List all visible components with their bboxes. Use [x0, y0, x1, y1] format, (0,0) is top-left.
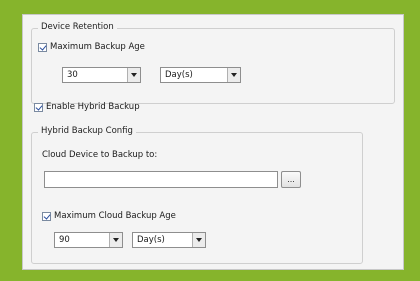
max-cloud-age-value: 90: [59, 235, 70, 245]
chevron-down-icon[interactable]: [227, 68, 240, 82]
enable-hybrid-backup-checkbox[interactable]: [34, 102, 43, 112]
max-backup-age-checkbox[interactable]: [38, 42, 47, 52]
device-retention-legend: Device Retention: [38, 22, 117, 32]
max-backup-age-unit-combo[interactable]: Day(s): [160, 67, 241, 83]
max-cloud-age-checkbox-row[interactable]: Maximum Cloud Backup Age: [42, 211, 176, 221]
hybrid-backup-config-group: Hybrid Backup Config Cloud Device to Bac…: [31, 126, 363, 264]
max-cloud-age-unit: Day(s): [137, 235, 165, 245]
cloud-device-label: Cloud Device to Backup to:: [42, 150, 158, 160]
chevron-down-icon[interactable]: [109, 233, 122, 247]
max-backup-age-label: Maximum Backup Age: [50, 42, 145, 52]
enable-hybrid-backup-row[interactable]: Enable Hybrid Backup: [34, 102, 140, 112]
browse-button[interactable]: ...: [281, 171, 301, 188]
max-cloud-age-value-combo[interactable]: 90: [54, 232, 123, 248]
max-cloud-age-unit-combo[interactable]: Day(s): [132, 232, 206, 248]
cloud-device-input[interactable]: [44, 171, 278, 188]
max-backup-age-value-combo[interactable]: 30: [62, 67, 141, 83]
max-backup-age-unit: Day(s): [165, 70, 193, 80]
hybrid-backup-config-legend: Hybrid Backup Config: [38, 126, 136, 136]
max-backup-age-checkbox-row[interactable]: Maximum Backup Age: [38, 42, 145, 52]
max-backup-age-value: 30: [67, 70, 78, 80]
settings-panel: Device Retention Maximum Backup Age 30 D…: [22, 14, 404, 270]
chevron-down-icon[interactable]: [127, 68, 140, 82]
chevron-down-icon[interactable]: [192, 233, 205, 247]
enable-hybrid-backup-label: Enable Hybrid Backup: [46, 102, 140, 112]
max-cloud-age-label: Maximum Cloud Backup Age: [54, 211, 176, 221]
max-cloud-age-checkbox[interactable]: [42, 211, 51, 221]
device-retention-group: Device Retention Maximum Backup Age 30 D…: [31, 22, 395, 104]
